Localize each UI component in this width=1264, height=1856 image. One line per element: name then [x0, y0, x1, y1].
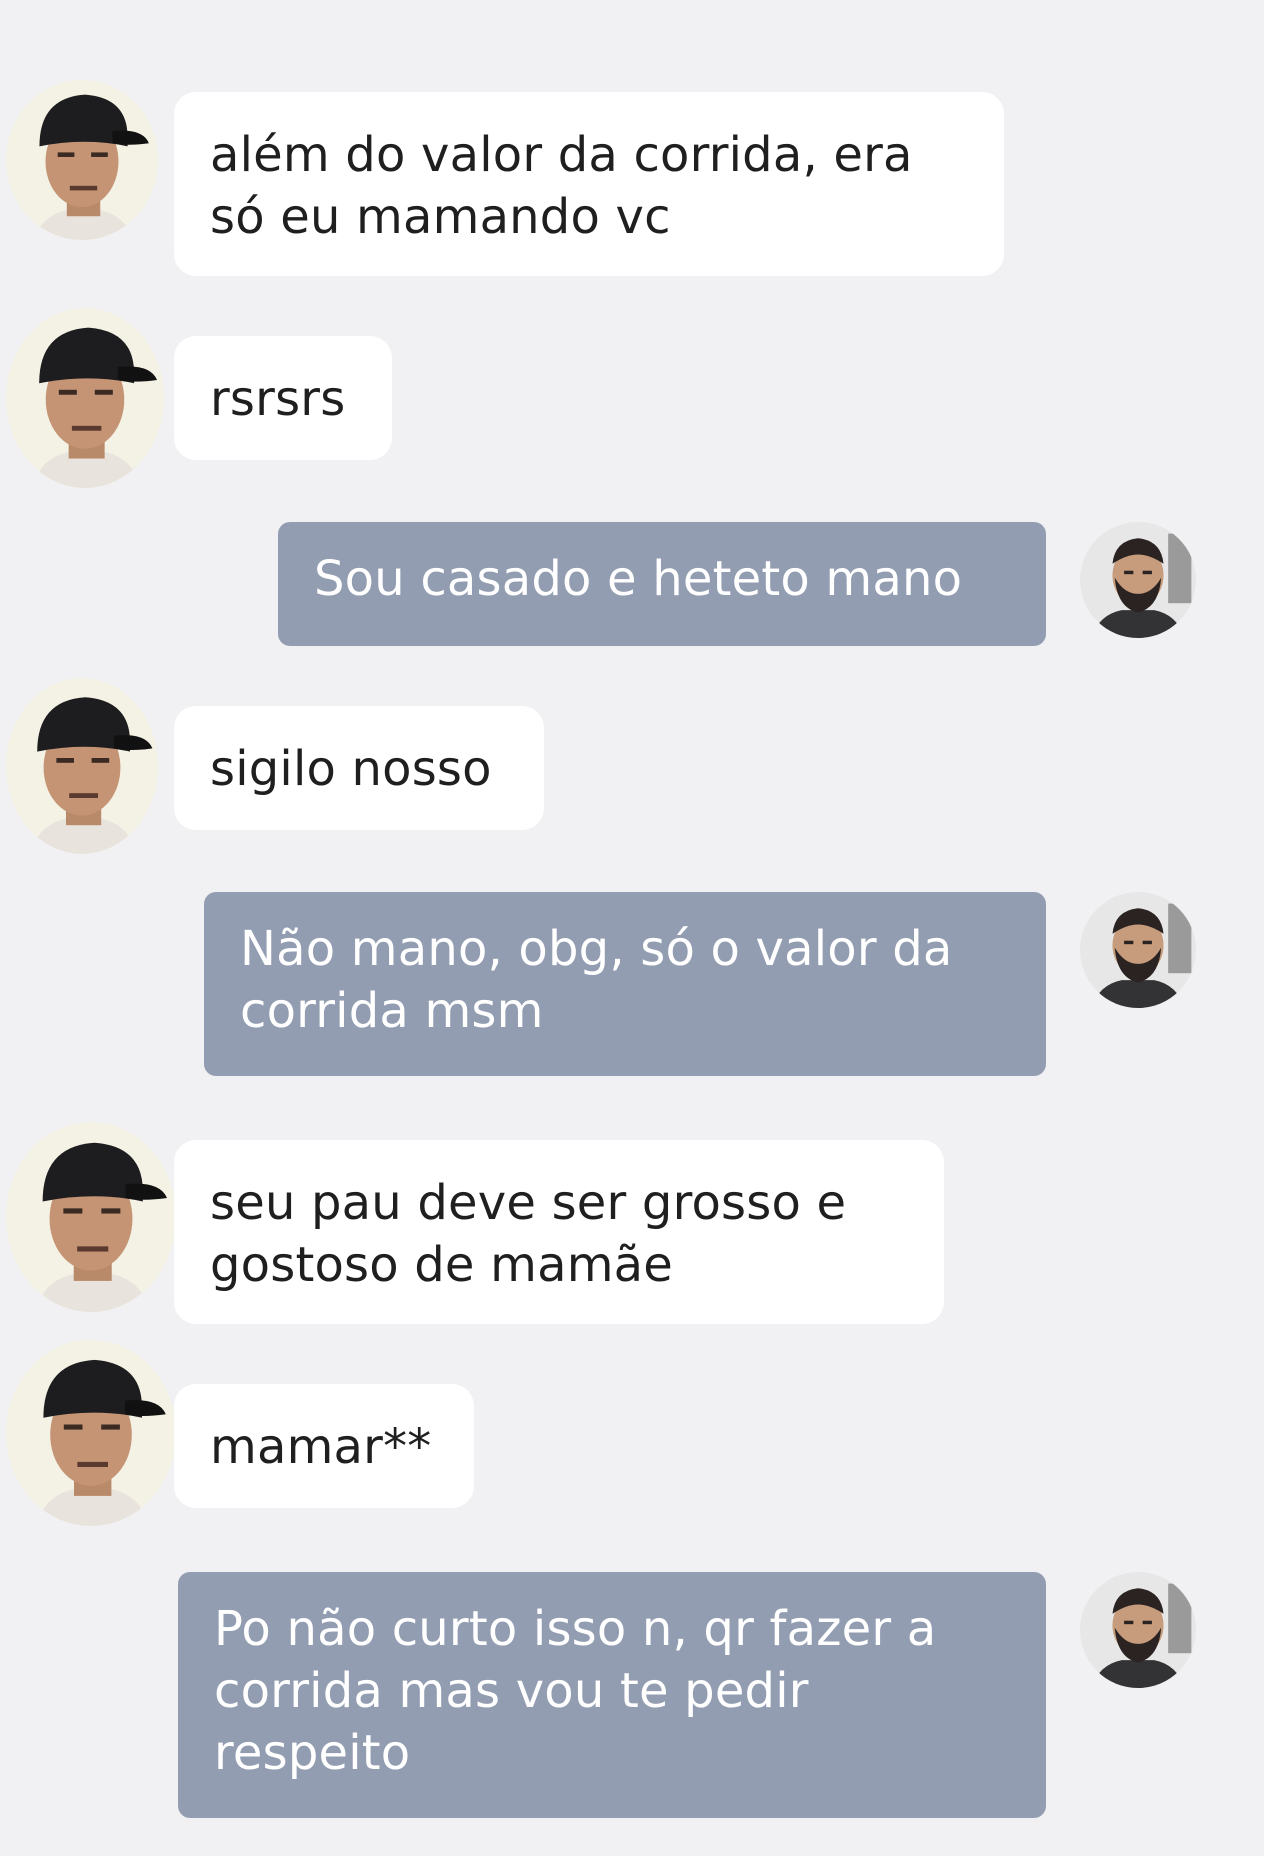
outgoing-message-bubble[interactable]: Sou casado e heteto mano	[278, 522, 1046, 646]
outgoing-message-bubble[interactable]: Não mano, obg, só o valor da corrida msm	[204, 892, 1046, 1076]
incoming-message-bubble[interactable]: mamar**	[174, 1384, 474, 1508]
outgoing-message-bubble[interactable]: Po não curto isso n, qr fazer a corrida …	[178, 1572, 1046, 1818]
user-avatar-icon[interactable]	[1080, 1572, 1196, 1688]
incoming-message-bubble[interactable]: sigilo nosso	[174, 706, 544, 830]
incoming-message-bubble[interactable]: seu pau deve ser grosso e gostoso de mam…	[174, 1140, 944, 1324]
contact-avatar-icon[interactable]	[6, 1122, 176, 1312]
contact-avatar-icon[interactable]	[6, 80, 158, 240]
contact-avatar-icon[interactable]	[6, 678, 158, 854]
chat-thread: além do valor da corrida, era só eu mama…	[0, 0, 1264, 1856]
user-avatar-icon[interactable]	[1080, 522, 1196, 638]
incoming-message-bubble[interactable]: rsrsrs	[174, 336, 392, 460]
contact-avatar-icon[interactable]	[6, 308, 164, 488]
contact-avatar-icon[interactable]	[6, 1340, 176, 1526]
incoming-message-bubble[interactable]: além do valor da corrida, era só eu mama…	[174, 92, 1004, 276]
user-avatar-icon[interactable]	[1080, 892, 1196, 1008]
